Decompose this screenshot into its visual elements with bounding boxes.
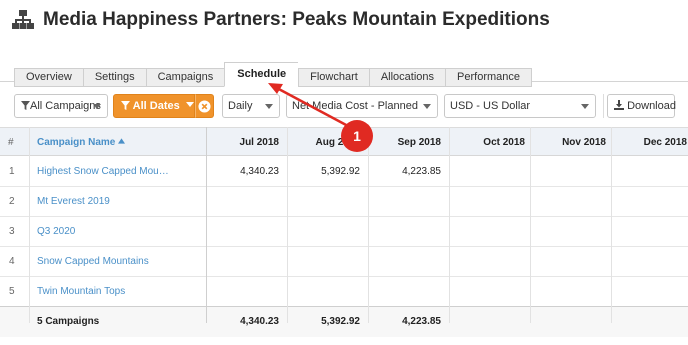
annotation-callout: 1	[341, 120, 373, 152]
page-title: Media Happiness Partners: Peaks Mountain…	[43, 9, 550, 30]
sort-asc-icon	[118, 138, 126, 144]
campaign-link[interactable]: Highest Snow Capped Mou…	[37, 166, 202, 177]
row-number: 3	[9, 226, 15, 237]
chevron-down-icon	[581, 104, 589, 109]
tab-campaigns[interactable]: Campaigns	[145, 68, 225, 87]
row-number: 1	[9, 166, 15, 177]
column-divider	[368, 127, 369, 323]
total-cell: 4,340.23	[240, 316, 279, 327]
totals-label: 5 Campaigns	[37, 316, 100, 327]
interval-value: Daily	[228, 100, 253, 112]
month-header-nov-2018[interactable]: Nov 2018	[531, 137, 606, 148]
row-divider	[0, 276, 688, 277]
row-divider	[0, 216, 688, 217]
row-divider	[0, 186, 688, 187]
campaign-name-header-label: Campaign Name	[37, 137, 116, 148]
month-header-oct-2018[interactable]: Oct 2018	[450, 137, 525, 148]
interval-select[interactable]: Daily	[222, 94, 280, 118]
tab-allocations[interactable]: Allocations	[368, 68, 446, 87]
date-filter-button[interactable]: All Dates	[113, 94, 195, 118]
cost-type-value: Net Media Cost - Planned	[292, 100, 418, 112]
download-label: Download	[627, 100, 676, 112]
campaign-link[interactable]: Mt Everest 2019	[37, 196, 110, 207]
toolbar: All Campaigns All Dates Daily Net Media …	[0, 94, 688, 118]
close-circle-icon	[198, 100, 211, 113]
total-cell: 5,392.92	[321, 316, 360, 327]
download-icon	[614, 100, 624, 110]
column-divider	[29, 127, 30, 323]
chevron-down-icon	[423, 104, 431, 109]
sitemap-icon	[12, 10, 34, 29]
tab-bar: Overview Settings Campaigns Schedule Flo…	[14, 62, 533, 87]
campaign-name-header[interactable]: Campaign Name	[37, 137, 126, 148]
campaign-filter-label: All Campaigns	[30, 100, 101, 112]
tab-overview[interactable]: Overview	[14, 68, 83, 87]
month-header-jul-2018[interactable]: Jul 2018	[207, 137, 279, 148]
page-header: Media Happiness Partners: Peaks Mountain…	[12, 8, 550, 32]
tab-settings[interactable]: Settings	[82, 68, 146, 87]
tab-schedule[interactable]: Schedule	[224, 62, 299, 87]
column-divider	[530, 127, 531, 323]
currency-select[interactable]: USD - US Dollar	[444, 94, 596, 118]
rownum-header: #	[8, 137, 14, 148]
row-divider	[0, 246, 688, 247]
schedule-cell[interactable]: 4,223.85	[369, 166, 441, 177]
tab-performance[interactable]: Performance	[445, 68, 533, 87]
row-number: 4	[9, 256, 15, 267]
caret-down-icon	[185, 102, 194, 107]
column-divider	[449, 127, 450, 323]
month-header-dec-2018[interactable]: Dec 2018	[612, 137, 687, 148]
schedule-cell[interactable]: 5,392.92	[288, 166, 360, 177]
schedule-grid: # Campaign Name Jul 2018 Aug 2018 Sep 20…	[0, 127, 688, 345]
campaign-link[interactable]: Q3 2020	[37, 226, 75, 237]
chevron-down-icon	[93, 104, 101, 109]
campaign-link[interactable]: Twin Mountain Tops	[37, 286, 125, 297]
row-number: 2	[9, 196, 15, 207]
month-header-sep-2018[interactable]: Sep 2018	[369, 137, 441, 148]
toolbar-divider	[603, 94, 604, 118]
filter-icon	[21, 101, 30, 110]
column-divider	[611, 127, 612, 323]
campaign-link[interactable]: Snow Capped Mountains	[37, 256, 149, 267]
date-filter-label: All Dates	[132, 100, 180, 112]
currency-value: USD - US Dollar	[450, 100, 531, 112]
chevron-down-icon	[265, 104, 273, 109]
row-number: 5	[9, 286, 15, 297]
clear-date-filter-button[interactable]	[195, 94, 214, 118]
column-divider	[287, 127, 288, 323]
cost-type-select[interactable]: Net Media Cost - Planned	[286, 94, 438, 118]
campaign-filter-button[interactable]: All Campaigns	[14, 94, 108, 118]
filter-icon	[121, 101, 130, 110]
tab-flowchart[interactable]: Flowchart	[298, 68, 369, 87]
download-button[interactable]: Download	[607, 94, 676, 118]
schedule-cell[interactable]: 4,340.23	[207, 166, 279, 177]
column-divider	[206, 127, 207, 323]
total-cell: 4,223.85	[402, 316, 441, 327]
